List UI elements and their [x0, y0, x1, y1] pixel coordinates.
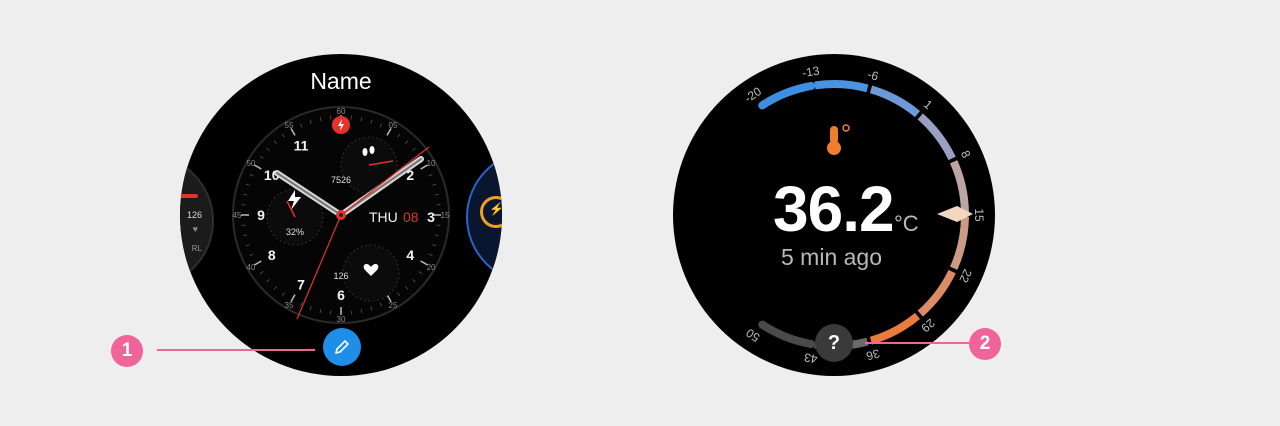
minute-numeral: 15	[441, 211, 450, 220]
gauge-scale-label: 15	[972, 208, 986, 222]
gauge-scale-label: 50	[743, 325, 762, 344]
gauge-segment	[949, 160, 969, 214]
minute-numeral: 50	[246, 159, 255, 168]
gauge-segment	[758, 320, 816, 349]
temperature-value: 36.2	[773, 173, 895, 245]
watch-screen-right: -20 -13 -6 1 8 15 22 29 36 43 50 36.2 °C 5 min ago…	[673, 54, 995, 376]
annotation-line-2	[865, 342, 970, 344]
help-button[interactable]: ?	[815, 324, 853, 362]
analog-watchface[interactable]: 051015202530354045505560 1245678910113 T…	[231, 105, 451, 325]
gauge-scale-label: 29	[918, 316, 937, 336]
gauge-segment	[814, 80, 869, 93]
hour-numeral: 6	[337, 287, 345, 303]
minute-numeral: 60	[337, 107, 346, 116]
thermometer-icon	[827, 124, 850, 155]
gauge-segment	[917, 113, 956, 161]
minute-numeral: 10	[427, 159, 436, 168]
hour-numeral: 3	[427, 209, 435, 225]
gauge-scale-label: 22	[956, 267, 974, 285]
gauge-segment	[917, 269, 956, 317]
gauge-scale-label: 36	[864, 346, 881, 363]
help-icon: ?	[827, 331, 841, 354]
steps-value: 7526	[331, 175, 351, 185]
adjacent-face-heart-icon: ♥	[192, 224, 198, 234]
last-updated-text: 5 min ago	[781, 244, 883, 270]
hour-numeral: 9	[257, 207, 265, 223]
gauge-segment	[949, 216, 969, 270]
gauge-scale-label: -13	[801, 64, 821, 81]
gauge-scale-label: 43	[803, 350, 819, 366]
hour-numeral: 8	[268, 247, 276, 263]
adjacent-face-number: 126	[186, 210, 202, 220]
battery-value: 32%	[286, 227, 304, 237]
hour-numeral: 11	[294, 138, 309, 154]
gauge-segment	[869, 85, 921, 118]
adjacent-face-label: RL	[191, 244, 202, 253]
pencil-icon	[335, 340, 349, 354]
gauge-scale-label: 1	[921, 97, 935, 112]
heart-rate-value: 126	[333, 271, 348, 281]
bolt-icon: ⚡	[489, 202, 502, 216]
watchface-name-title: Name	[310, 68, 372, 94]
gauge-segment	[758, 81, 816, 110]
annotation-badge-2: 2	[969, 328, 1001, 360]
minute-numeral: 40	[246, 263, 255, 272]
minute-numeral: 20	[427, 263, 436, 272]
hour-numeral: 7	[297, 276, 305, 292]
gauge-segment	[869, 312, 921, 345]
minute-numeral: 35	[285, 301, 294, 310]
annotation-line-1	[157, 349, 315, 351]
hour-numeral: 4	[406, 247, 414, 263]
date-number: 08	[403, 209, 419, 225]
annotation-badge-1: 1	[111, 335, 143, 367]
date-day: THU	[369, 209, 398, 225]
minute-numeral: 55	[285, 121, 294, 130]
temperature-unit: °C	[894, 211, 919, 236]
adjacent-watchface-left[interactable]: 126 ♥ RL	[180, 154, 214, 288]
gauge-scale-label: 8	[958, 148, 974, 160]
watch-screen-left: 126 ♥ RL ⚡ 051015202530354045505560 1245…	[180, 54, 502, 376]
gauge-scale-label: -6	[866, 67, 880, 83]
edit-button[interactable]	[323, 328, 361, 366]
adjacent-watchface-right[interactable]: ⚡	[466, 150, 502, 284]
minute-numeral: 25	[389, 301, 398, 310]
adjacent-face-bar	[180, 194, 198, 198]
minute-numeral: 45	[233, 211, 242, 220]
minute-numeral: 05	[389, 121, 398, 130]
minute-numeral: 30	[337, 315, 346, 324]
